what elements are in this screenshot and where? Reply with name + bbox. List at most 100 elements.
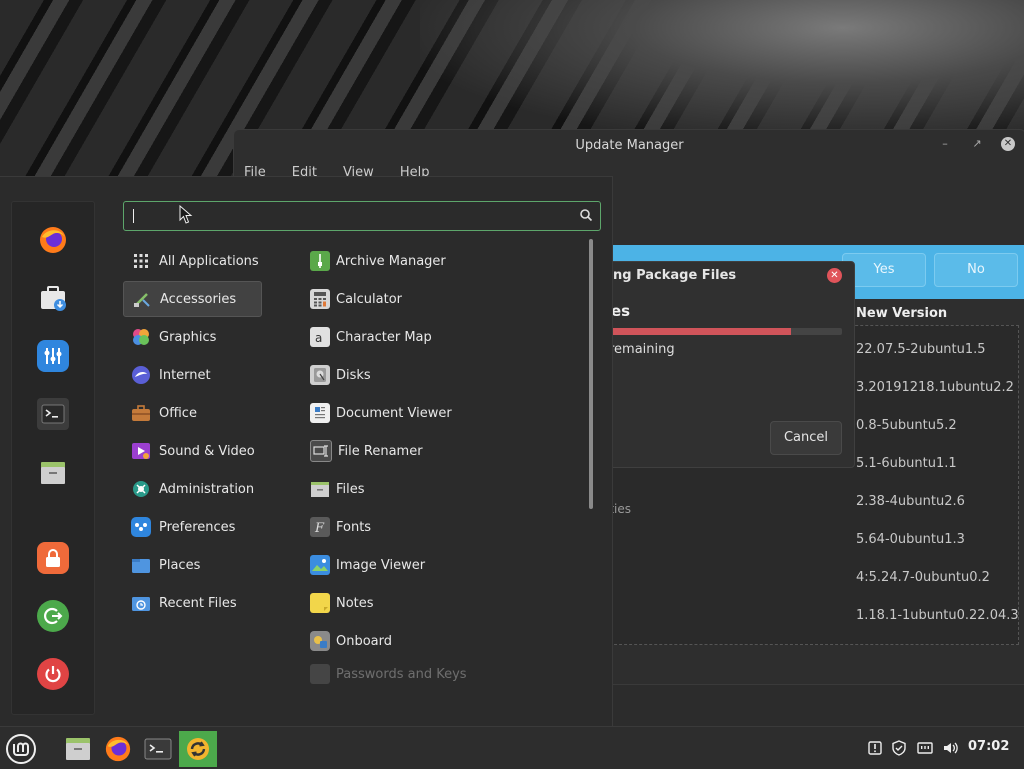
category-label: Sound & Video [159, 443, 255, 459]
category-accessories[interactable]: Accessories [123, 281, 262, 317]
category-sound-video[interactable]: Sound & Video [123, 434, 260, 468]
version-cell: 2.38-4ubuntu2.6 [856, 494, 965, 509]
recent-files-icon [131, 593, 151, 613]
category-preferences[interactable]: Preferences [123, 510, 260, 544]
category-all-applications[interactable]: All Applications [123, 244, 260, 278]
category-graphics[interactable]: Graphics [123, 320, 260, 354]
files-icon[interactable] [60, 731, 96, 767]
app-label: File Renamer [338, 443, 423, 459]
svg-text:F: F [314, 521, 325, 535]
dialog-title: ng Package Files [613, 268, 737, 283]
wallpaper-highlight [420, 0, 1024, 140]
power-icon[interactable] [37, 658, 69, 690]
category-label: Preferences [159, 519, 236, 535]
category-label: Recent Files [159, 595, 237, 611]
app-calculator[interactable]: Calculator [302, 282, 582, 316]
mint-menu-icon[interactable] [2, 731, 40, 767]
volume-icon[interactable] [942, 739, 960, 757]
app-fonts[interactable]: F Fonts [302, 510, 582, 544]
progress-fill [609, 328, 791, 335]
internet-icon [131, 365, 151, 385]
app-label: Files [336, 481, 365, 497]
version-cell: 4:5.24.7-0ubuntu0.2 [856, 570, 990, 585]
category-label: Places [159, 557, 201, 573]
app-label: Notes [336, 595, 374, 611]
maximize-icon[interactable]: ↗ [969, 136, 985, 152]
category-administration[interactable]: Administration [123, 472, 260, 506]
app-character-map[interactable]: a Character Map [302, 320, 582, 354]
document-viewer-icon [310, 403, 330, 423]
disks-icon [310, 365, 330, 385]
mouse-cursor-icon [179, 205, 193, 224]
search-icon[interactable] [579, 208, 593, 222]
notification-icon[interactable] [866, 739, 884, 757]
category-label: All Applications [159, 253, 259, 269]
app-label: Archive Manager [336, 253, 446, 269]
version-cell: 5.1-6ubuntu1.1 [856, 456, 957, 471]
app-image-viewer[interactable]: Image Viewer [302, 548, 582, 582]
window-title: Update Manager [575, 137, 684, 153]
firefox-icon[interactable] [100, 731, 136, 767]
network-icon[interactable] [916, 739, 934, 757]
app-archive-manager[interactable]: Archive Manager [302, 244, 582, 278]
clock[interactable]: 07:02 [968, 739, 1009, 754]
administration-icon [131, 479, 151, 499]
app-notes[interactable]: Notes [302, 586, 582, 620]
app-passwords-keys[interactable]: Passwords and Keys [302, 662, 582, 686]
archive-manager-icon [310, 251, 330, 271]
dialog-subtitle: remaining [609, 342, 675, 357]
category-internet[interactable]: Internet [123, 358, 260, 392]
dialog-heading: es [611, 302, 631, 320]
dialog-close-icon[interactable]: ✕ [827, 268, 842, 283]
category-recent-files[interactable]: Recent Files [123, 586, 260, 620]
close-icon[interactable]: ✕ [1001, 137, 1015, 151]
files-icon[interactable] [37, 456, 69, 488]
notes-icon [310, 593, 330, 613]
office-icon [131, 403, 151, 423]
sound-video-icon [131, 441, 151, 461]
update-manager-icon[interactable] [179, 731, 217, 767]
column-header-new-version[interactable]: New Version [856, 306, 947, 321]
category-label: Administration [159, 481, 255, 497]
download-progress-bar [609, 328, 842, 335]
logout-icon[interactable] [37, 600, 69, 632]
cancel-button[interactable]: Cancel [770, 421, 842, 455]
favorites-panel [11, 201, 95, 715]
category-places[interactable]: Places [123, 548, 260, 582]
version-cell: 22.07.5-2ubuntu1.5 [856, 342, 986, 357]
svg-text:a: a [315, 331, 322, 345]
version-cell: 5.64-0ubuntu1.3 [856, 532, 965, 547]
application-menu: All Applications Accessories Graphics In… [0, 176, 613, 727]
grid-icon [131, 251, 151, 271]
app-label: Character Map [336, 329, 432, 345]
app-files[interactable]: Files [302, 472, 582, 506]
terminal-icon[interactable] [140, 731, 176, 767]
character-map-icon: a [310, 327, 330, 347]
scrollbar-thumb[interactable] [589, 239, 593, 509]
terminal-icon[interactable] [37, 398, 69, 430]
places-icon [131, 555, 151, 575]
app-label: Fonts [336, 519, 372, 535]
category-office[interactable]: Office [123, 396, 260, 430]
app-label: Calculator [336, 291, 403, 307]
passwords-keys-icon [310, 664, 330, 684]
no-button[interactable]: No [934, 253, 1018, 287]
image-viewer-icon [310, 555, 330, 575]
window-titlebar[interactable]: Update Manager – ↗ ✕ [234, 130, 1024, 160]
software-manager-icon[interactable] [37, 282, 69, 314]
app-document-viewer[interactable]: Document Viewer [302, 396, 582, 430]
system-settings-icon[interactable] [37, 340, 69, 372]
app-onboard[interactable]: Onboard [302, 624, 582, 658]
app-file-renamer[interactable]: File Renamer [302, 434, 582, 468]
menu-search-box[interactable] [123, 201, 601, 231]
version-cell: 0.8-5ubuntu5.2 [856, 418, 957, 433]
preferences-icon [131, 517, 151, 537]
lock-screen-icon[interactable] [37, 542, 69, 574]
category-label: Accessories [160, 291, 237, 307]
shield-icon[interactable] [890, 739, 908, 757]
app-label: Onboard [336, 633, 393, 649]
app-disks[interactable]: Disks [302, 358, 582, 392]
search-input[interactable] [132, 206, 576, 228]
firefox-icon[interactable] [37, 224, 69, 256]
minimize-icon[interactable]: – [937, 136, 953, 152]
